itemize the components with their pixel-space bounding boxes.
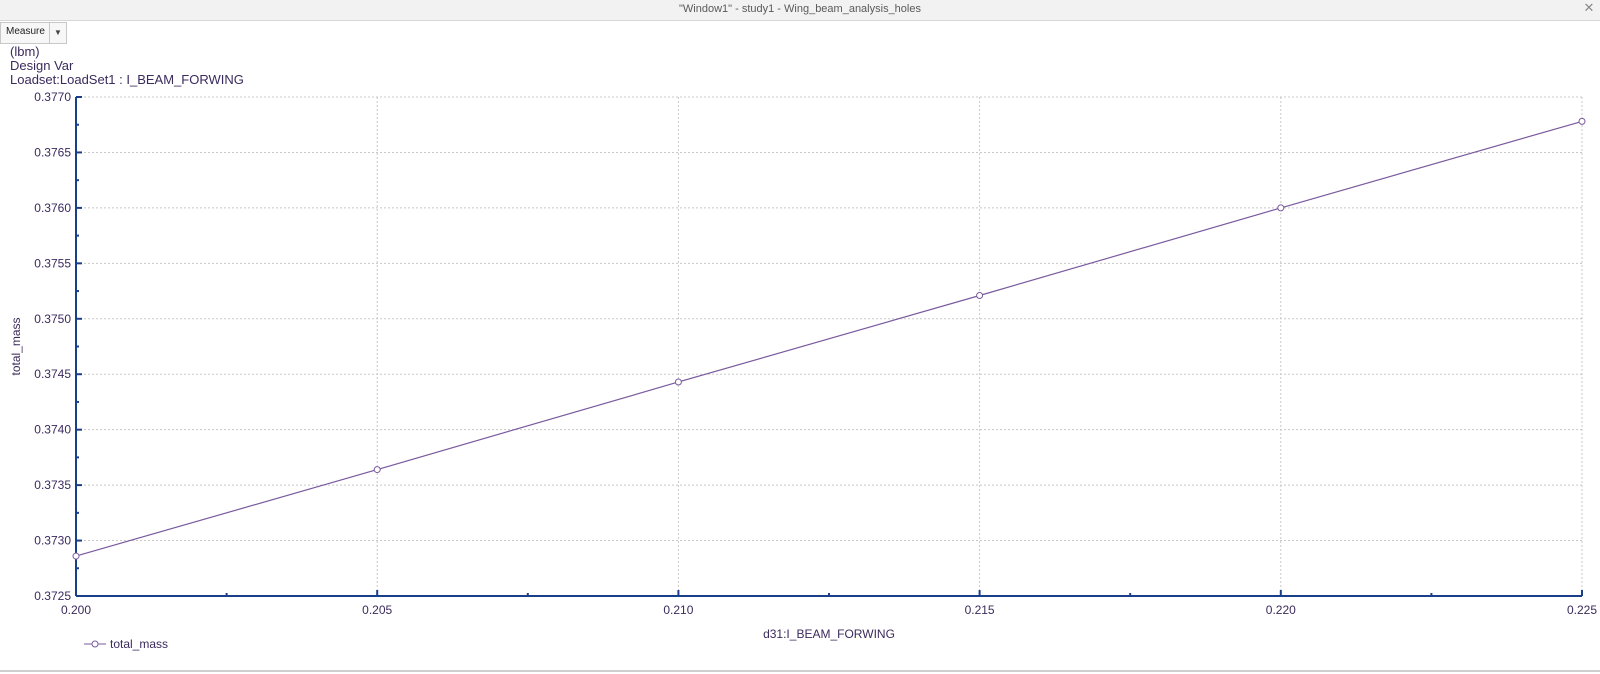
y-tick-label: 0.3740 <box>34 423 71 437</box>
y-tick-label: 0.3735 <box>34 478 71 492</box>
y-tick-labels: 0.3725 0.3730 0.3735 0.3740 0.3745 0.3750 0.37… <box>34 90 71 603</box>
x-tick-labels: 0.200 0.205 0.210 0.215 0.220 0.225 <box>61 603 1597 617</box>
y-tick-label: 0.3730 <box>34 534 71 548</box>
x-tick-label: 0.225 <box>1567 603 1597 617</box>
x-tick-label: 0.200 <box>61 603 91 617</box>
grid-lines <box>76 96 1583 596</box>
x-tick-label: 0.205 <box>362 603 392 617</box>
axes <box>75 97 1582 597</box>
tick-marks <box>75 96 1583 597</box>
x-tick-label: 0.215 <box>965 603 995 617</box>
x-tick-label: 0.210 <box>663 603 693 617</box>
y-tick-label: 0.3745 <box>34 367 71 381</box>
window-bottom-border <box>0 670 1600 672</box>
data-point <box>976 291 984 299</box>
legend-marker <box>84 640 106 648</box>
x-axis-title: d31:I_BEAM_FORWING <box>763 627 895 641</box>
y-tick-label: 0.3755 <box>34 256 71 270</box>
y-tick-label: 0.3725 <box>34 589 71 603</box>
y-tick-label: 0.3770 <box>34 90 71 104</box>
legend: total_mass <box>84 637 168 651</box>
series-line-total_mass <box>75 120 1583 557</box>
y-tick-label: 0.3765 <box>34 145 71 159</box>
data-point <box>1578 117 1586 125</box>
y-tick-label: 0.3750 <box>34 312 71 326</box>
y-tick-label: 0.3760 <box>34 201 71 215</box>
y-axis-title: total_mass <box>9 317 23 375</box>
series-layer <box>72 117 1586 560</box>
data-point <box>674 378 682 386</box>
data-point <box>1277 204 1285 212</box>
data-point <box>373 466 381 474</box>
data-point <box>72 552 80 560</box>
line-chart: 0.3725 0.3730 0.3735 0.3740 0.3745 0.3750 0.37… <box>9 90 1597 641</box>
x-tick-label: 0.220 <box>1266 603 1296 617</box>
legend-label: total_mass <box>110 637 169 651</box>
